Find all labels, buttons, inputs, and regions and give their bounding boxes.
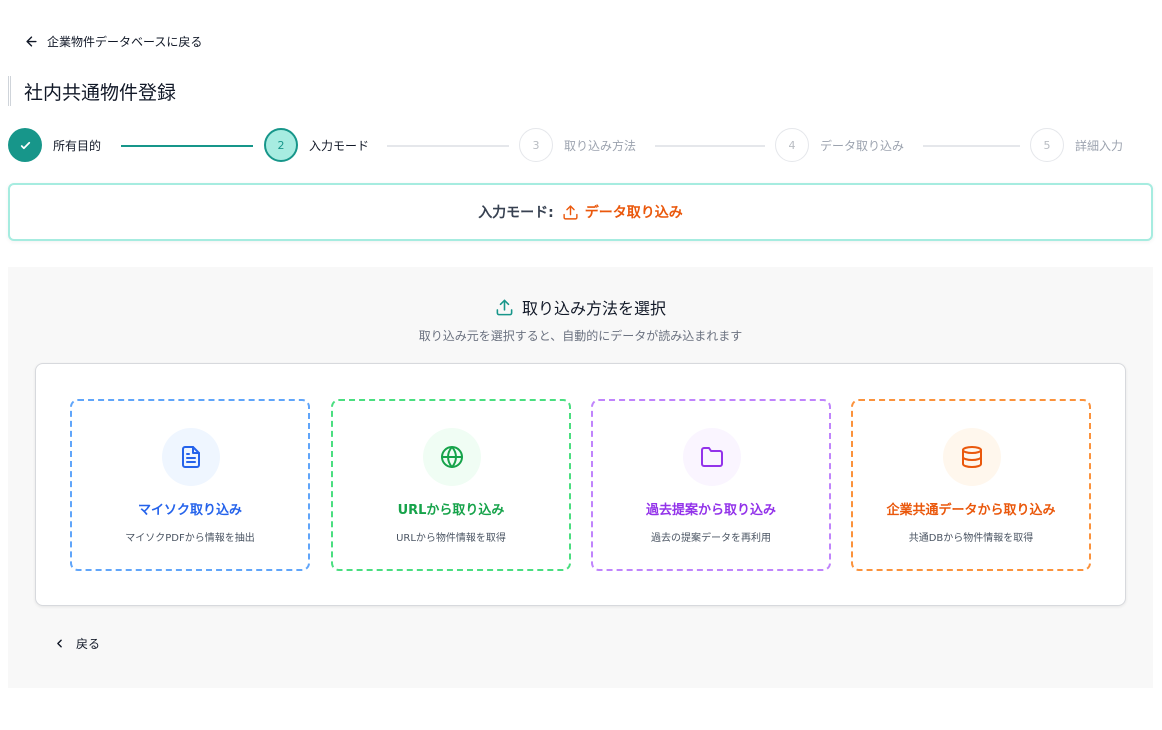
step-5: 5 詳細入力 — [1030, 128, 1123, 162]
import-method-panel: 取り込み方法を選択 取り込み元を選択すると、自動的にデータが読み込まれます マイ… — [8, 267, 1153, 688]
step-1-circle — [8, 128, 42, 162]
step-connector-2 — [387, 145, 509, 147]
step-5-circle: 5 — [1030, 128, 1064, 162]
card-title: 過去提案から取り込み — [645, 503, 776, 518]
import-method-heading-text: 取り込み方法を選択 — [521, 299, 666, 318]
step-4-circle: 4 — [775, 128, 809, 162]
chevron-left-icon — [57, 639, 62, 648]
input-mode-value-text: データ取り込み — [584, 205, 683, 221]
step-4: 4 データ取り込み — [775, 128, 904, 162]
card-title: マイソク取り込み — [137, 503, 242, 518]
check-icon — [20, 141, 30, 149]
step-3-label: 取り込み方法 — [564, 138, 637, 153]
card-common-data-import[interactable]: 企業共通データから取り込み 共通DBから物件情報を取得 — [851, 399, 1091, 571]
step-1: 所有目的 — [8, 128, 101, 162]
back-button[interactable]: 戻る — [53, 635, 100, 652]
input-mode-display: 入力モード: データ取り込み — [8, 183, 1153, 241]
input-mode-value: データ取り込み — [562, 202, 683, 222]
import-method-cards: マイソク取り込み マイソクPDFから情報を抽出 URLから取り込み URLから物… — [35, 363, 1126, 606]
upload-icon — [563, 204, 578, 220]
step-2: 2 入力モード — [264, 128, 369, 162]
card-description: URLから物件情報を取得 — [396, 533, 506, 544]
step-connector-3 — [655, 145, 765, 147]
step-4-label: データ取り込み — [820, 138, 905, 153]
card-icon-wrap — [423, 428, 481, 486]
progress-stepper: 所有目的 2 入力モード 3 取り込み方法 4 データ取り込み 5 詳細入力 — [8, 128, 1128, 164]
page-title: 社内共通物件登録 — [8, 76, 176, 106]
folder-icon — [701, 447, 723, 467]
upload-icon — [496, 299, 513, 315]
back-button-label: 戻る — [76, 637, 101, 651]
card-description: 共通DBから物件情報を取得 — [908, 533, 1034, 544]
card-maisoku-import[interactable]: マイソク取り込み マイソクPDFから情報を抽出 — [70, 399, 310, 571]
database-icon — [962, 446, 982, 468]
import-method-heading: 取り込み方法を選択 — [8, 295, 1153, 319]
globe-icon — [441, 446, 463, 468]
card-description: 過去の提案データを再利用 — [651, 533, 771, 544]
input-mode-label: 入力モード: — [478, 205, 554, 221]
step-2-label: 入力モード — [309, 138, 370, 153]
step-1-label: 所有目的 — [53, 138, 102, 153]
step-5-label: 詳細入力 — [1075, 138, 1124, 153]
card-icon-wrap — [683, 428, 741, 486]
card-title: 企業共通データから取り込み — [886, 503, 1056, 518]
back-to-database-link[interactable]: 企業物件データベースに戻る — [24, 33, 202, 50]
card-icon-wrap — [943, 428, 1001, 486]
step-3-circle: 3 — [519, 128, 553, 162]
card-url-import[interactable]: URLから取り込み URLから物件情報を取得 — [331, 399, 571, 571]
step-3: 3 取り込み方法 — [519, 128, 636, 162]
card-icon-wrap — [162, 428, 220, 486]
step-connector-1 — [121, 145, 253, 147]
card-title: URLから取り込み — [397, 503, 505, 518]
card-description: マイソクPDFから情報を抽出 — [125, 533, 255, 544]
arrow-left-icon — [26, 36, 37, 47]
card-past-proposal-import[interactable]: 過去提案から取り込み 過去の提案データを再利用 — [591, 399, 831, 571]
import-method-subheading: 取り込み元を選択すると、自動的にデータが読み込まれます — [418, 329, 743, 343]
back-to-database-label: 企業物件データベースに戻る — [47, 35, 203, 49]
file-text-icon — [182, 446, 200, 468]
step-connector-4 — [923, 145, 1020, 147]
step-2-circle: 2 — [264, 128, 298, 162]
